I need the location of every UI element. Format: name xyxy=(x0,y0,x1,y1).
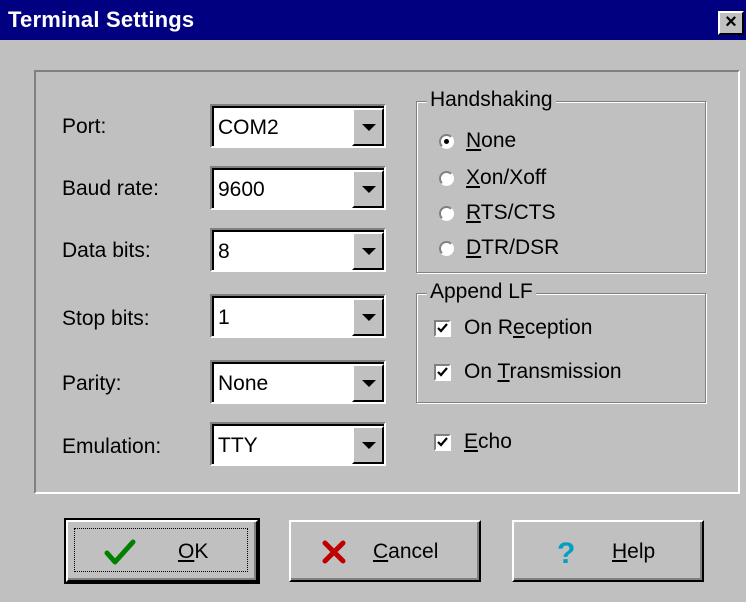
handshake-none-radio[interactable] xyxy=(439,134,454,149)
emulation-label: Emulation: xyxy=(62,435,162,458)
chevron-down-icon xyxy=(362,248,376,255)
cancel-button[interactable]: Cancel xyxy=(289,520,481,582)
handshake-xon-xoff-radio[interactable] xyxy=(439,171,454,186)
close-button[interactable]: × xyxy=(718,11,744,35)
ok-button[interactable]: OK xyxy=(64,518,260,584)
ok-label: OK xyxy=(178,540,209,563)
baud-rate-value: 9600 xyxy=(218,178,265,201)
baud-rate-label: Baud rate: xyxy=(62,177,159,200)
echo-label[interactable]: Echo xyxy=(464,430,512,454)
focus-rectangle xyxy=(74,528,248,572)
question-icon: ? xyxy=(557,537,575,568)
append-lf-legend: Append LF xyxy=(427,280,536,304)
emulation-dropdown-button[interactable] xyxy=(352,426,384,464)
svg-text:?: ? xyxy=(557,537,575,568)
title-bar[interactable]: Terminal Settings × xyxy=(0,0,746,40)
baud-rate-select[interactable]: 9600 xyxy=(210,166,386,210)
on-transmission-checkbox[interactable] xyxy=(434,364,451,381)
checkmark-icon xyxy=(437,437,448,447)
handshaking-legend: Handshaking xyxy=(427,88,556,112)
handshake-rts-cts-radio[interactable] xyxy=(439,206,454,221)
checkmark-icon xyxy=(104,539,136,565)
parity-label: Parity: xyxy=(62,372,122,395)
radio-selected-dot xyxy=(444,139,449,144)
emulation-value: TTY xyxy=(218,434,258,457)
x-icon xyxy=(322,540,346,564)
handshake-dtr-dsr-radio[interactable] xyxy=(439,241,454,256)
checkmark-icon xyxy=(437,323,448,333)
stop-bits-label: Stop bits: xyxy=(62,307,150,330)
close-icon: × xyxy=(725,11,737,33)
checkmark-icon xyxy=(437,367,448,377)
window-title: Terminal Settings xyxy=(8,7,195,32)
data-bits-dropdown-button[interactable] xyxy=(352,232,384,270)
handshake-rts-cts-label[interactable]: RTS/CTS xyxy=(466,201,555,225)
port-value: COM2 xyxy=(218,116,279,139)
append-lf-group: Append LF xyxy=(416,280,706,403)
data-bits-value: 8 xyxy=(218,240,230,263)
stop-bits-value: 1 xyxy=(218,306,230,329)
chevron-down-icon xyxy=(362,380,376,387)
data-bits-select[interactable]: 8 xyxy=(210,228,386,272)
chevron-down-icon xyxy=(362,314,376,321)
on-reception-checkbox[interactable] xyxy=(434,320,451,337)
on-reception-label[interactable]: On Reception xyxy=(464,316,592,340)
data-bits-label: Data bits: xyxy=(62,239,151,262)
handshaking-group: Handshaking xyxy=(416,88,706,273)
port-label: Port: xyxy=(62,115,107,138)
stop-bits-dropdown-button[interactable] xyxy=(352,298,384,336)
chevron-down-icon xyxy=(362,186,376,193)
handshake-dtr-dsr-label[interactable]: DTR/DSR xyxy=(466,236,559,260)
cancel-label: Cancel xyxy=(373,540,439,563)
help-button[interactable]: ? Help xyxy=(512,520,704,582)
parity-value: None xyxy=(218,372,269,395)
chevron-down-icon xyxy=(362,124,376,131)
handshake-none-label[interactable]: None xyxy=(466,129,516,153)
parity-select[interactable]: None xyxy=(210,360,386,404)
parity-dropdown-button[interactable] xyxy=(352,364,384,402)
stop-bits-select[interactable]: 1 xyxy=(210,294,386,338)
port-select[interactable]: COM2 xyxy=(210,104,386,148)
help-label: Help xyxy=(612,540,656,563)
port-dropdown-button[interactable] xyxy=(352,108,384,146)
chevron-down-icon xyxy=(362,442,376,449)
handshake-xon-xoff-label[interactable]: Xon/Xoff xyxy=(466,166,546,190)
echo-checkbox[interactable] xyxy=(434,434,451,451)
emulation-select[interactable]: TTY xyxy=(210,422,386,466)
baud-rate-dropdown-button[interactable] xyxy=(352,170,384,208)
on-transmission-label[interactable]: On Transmission xyxy=(464,360,622,384)
